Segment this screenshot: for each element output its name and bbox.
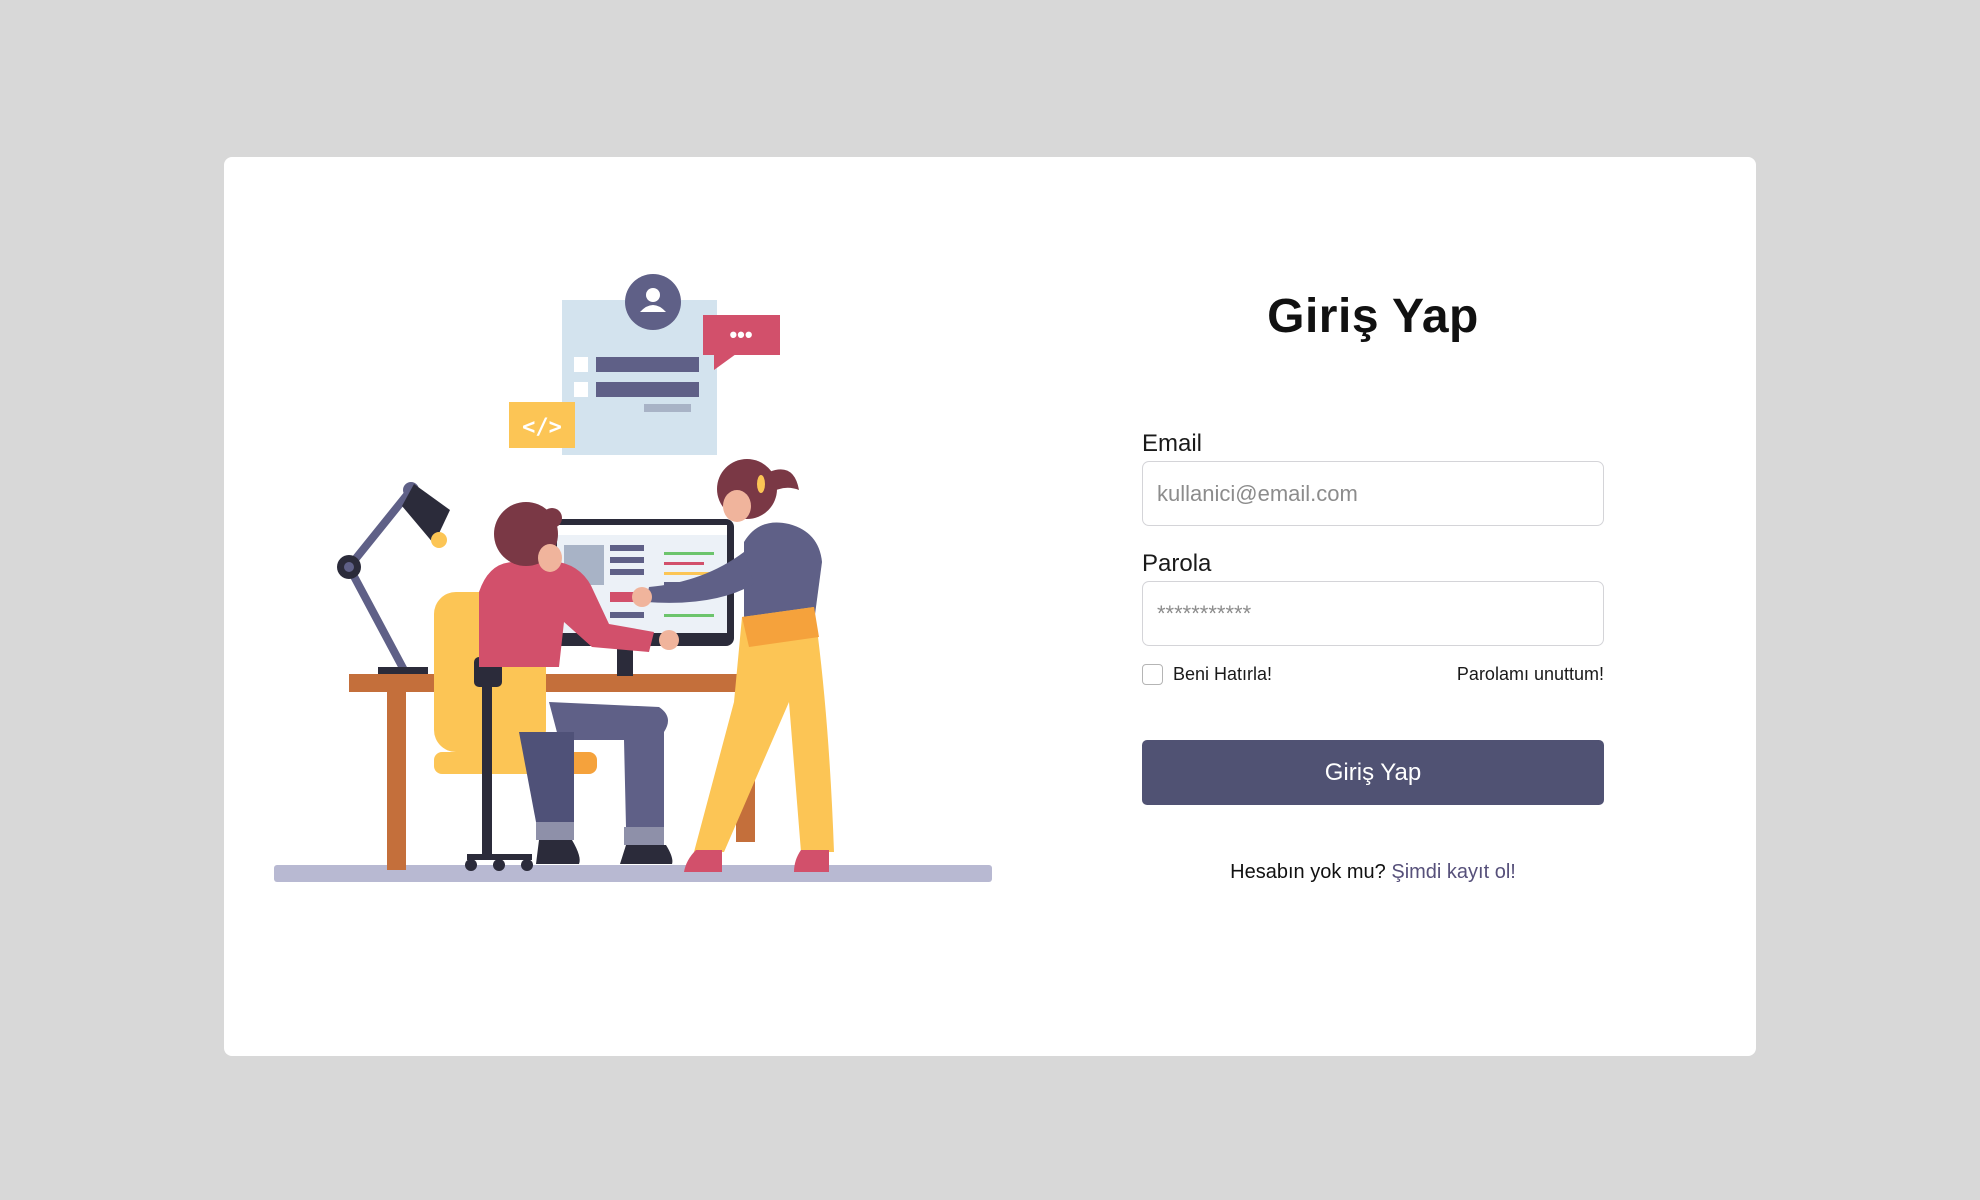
desk-lamp bbox=[337, 482, 450, 675]
svg-text:•••: ••• bbox=[729, 322, 752, 347]
svg-text:</>: </> bbox=[522, 415, 562, 440]
code-badge-icon: </> bbox=[509, 402, 575, 448]
login-form: Giriş Yap Email Parola Beni Hatırla! Par… bbox=[1142, 287, 1604, 884]
password-field[interactable] bbox=[1142, 581, 1604, 646]
login-card: ••• </> Giriş Yap Email kullanici@email.… bbox=[224, 157, 1756, 1056]
office-workers-illustration: ••• </> bbox=[274, 274, 992, 882]
signup-link[interactable]: Şimdi kayıt ol! bbox=[1391, 861, 1515, 883]
password-label: Parola bbox=[1142, 550, 1212, 577]
chat-bubble-icon: ••• bbox=[703, 315, 780, 370]
forgot-password-link[interactable]: Parolamı unuttum! bbox=[1457, 664, 1604, 685]
signup-prompt-text: Hesabın yok mu? bbox=[1230, 861, 1386, 883]
remember-me-label: Beni Hatırla! bbox=[1173, 663, 1273, 684]
email-label: Email bbox=[1142, 430, 1203, 457]
profile-card-icon bbox=[562, 274, 717, 455]
signup-prompt: Hesabın yok mu? Şimdi kayıt ol! bbox=[1142, 861, 1604, 884]
login-button[interactable]: Giriş Yap bbox=[1142, 740, 1604, 805]
floor-line bbox=[274, 865, 992, 882]
remember-me-checkbox[interactable] bbox=[1142, 663, 1163, 685]
page-title: Giriş Yap bbox=[1267, 290, 1479, 343]
remember-me[interactable]: Beni Hatırla! bbox=[1142, 663, 1273, 685]
email-field[interactable] bbox=[1142, 461, 1604, 526]
login-options: Beni Hatırla! Parolamı unuttum! bbox=[1142, 662, 1604, 686]
